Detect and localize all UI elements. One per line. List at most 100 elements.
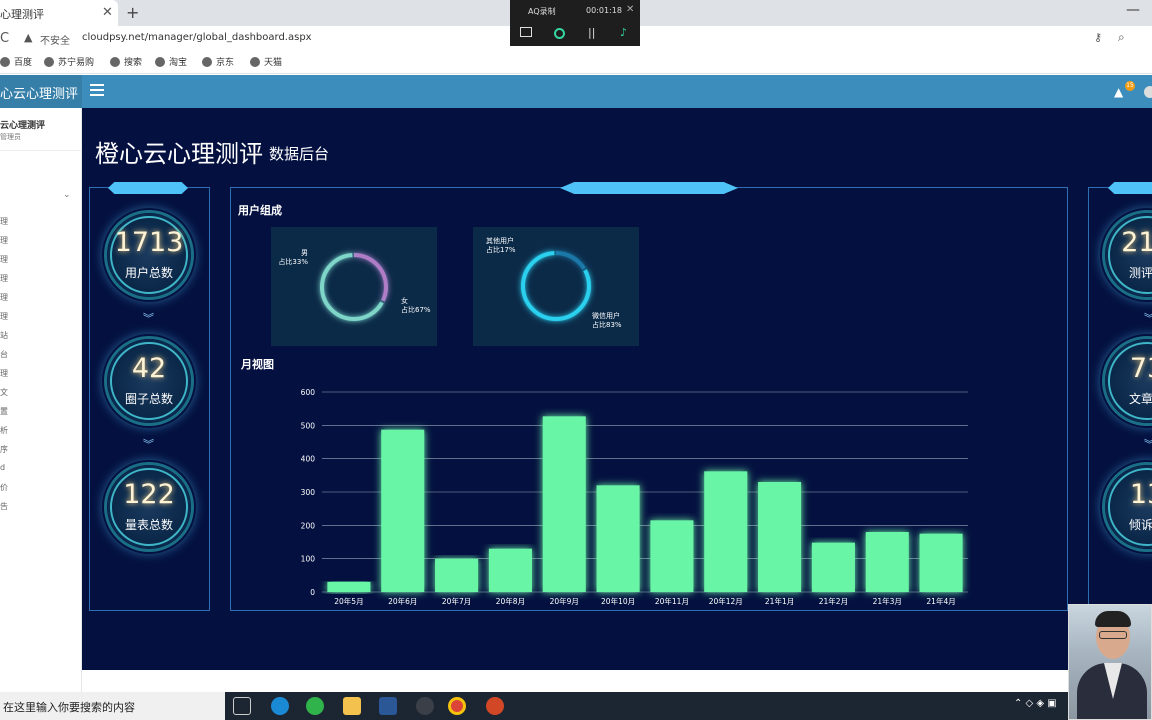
sidebar-item[interactable]: 文 xyxy=(0,387,8,398)
bookmark-item[interactable]: 淘宝 xyxy=(155,55,187,68)
stat-value: 13 xyxy=(1129,479,1152,510)
key-icon[interactable]: ⚷ xyxy=(1094,31,1102,44)
chevron-down-icon: ︾ xyxy=(1144,310,1152,326)
qq-icon[interactable] xyxy=(416,697,434,715)
globe-icon xyxy=(155,56,165,67)
sidebar-item[interactable]: 析 xyxy=(0,425,8,436)
sidebar-item[interactable]: 理 xyxy=(0,292,8,303)
x-tick-label: 20年12月 xyxy=(709,596,743,606)
sidebar-item[interactable]: d xyxy=(0,463,5,472)
x-tick-label: 20年8月 xyxy=(496,596,525,606)
sidebar-item[interactable]: 告 xyxy=(0,501,8,512)
minimize-icon[interactable]: — xyxy=(1126,2,1140,18)
sidebar: 云心理测评 管理员 ⌄ 理 理 理 理 理 理 站 台 理 文 置 析 序 d … xyxy=(0,108,82,692)
stat-label: 测评报 xyxy=(1128,266,1152,280)
microphone-icon[interactable]: ♪ xyxy=(620,26,627,39)
donut-label: 其他用户 占比17% xyxy=(486,237,516,254)
sidebar-item[interactable]: 台 xyxy=(0,349,8,360)
x-tick-label: 20年9月 xyxy=(550,596,579,606)
y-tick-label: 300 xyxy=(301,488,316,497)
stat-value: 122 xyxy=(123,479,175,510)
record-icon[interactable] xyxy=(554,28,565,39)
stat-value: 217 xyxy=(1121,227,1152,258)
sidebar-item[interactable]: 理 xyxy=(0,368,8,379)
x-tick-label: 21年3月 xyxy=(873,596,902,606)
bar xyxy=(542,416,586,592)
screen-recorder-widget: AQ录制 00:01:18 ✕ || ♪ xyxy=(510,0,640,46)
stat-label: 量表总数 xyxy=(124,518,173,532)
bookmark-item[interactable]: 苏宁易购 xyxy=(44,55,94,68)
bookmark-item[interactable]: 京东 xyxy=(202,55,234,68)
chevron-down-icon: ︾ xyxy=(1144,436,1152,452)
stat-value: 73 xyxy=(1129,353,1152,384)
presenter-glasses xyxy=(1099,631,1127,639)
window-icon[interactable] xyxy=(520,27,532,37)
sidebar-item[interactable]: 序 xyxy=(0,444,8,455)
system-tray[interactable]: ⌃ ◇ ◈ ▣ xyxy=(1014,698,1057,709)
y-tick-label: 0 xyxy=(310,588,315,597)
new-tab-button[interactable]: + xyxy=(126,3,139,22)
avatar[interactable] xyxy=(1144,86,1152,98)
notification-badge: 15 xyxy=(1125,81,1135,91)
bookmark-item[interactable]: 天猫 xyxy=(250,55,282,68)
close-icon[interactable]: ✕ xyxy=(102,5,113,20)
recorder-timer: 00:01:18 xyxy=(586,6,622,15)
donut-label: 男占比33% xyxy=(278,249,308,266)
stat-label: 用户总数 xyxy=(124,266,173,280)
panel-tab xyxy=(108,182,188,194)
sidebar-item[interactable]: 理 xyxy=(0,311,8,322)
powerpoint-icon[interactable] xyxy=(486,697,504,715)
donut-label: 女占比67% xyxy=(401,297,431,314)
security-label[interactable]: 不安全 xyxy=(40,32,70,47)
notification-icon[interactable]: ▲ xyxy=(1114,85,1123,99)
taskbar-search-input[interactable]: 在这里输入你要搜索的内容 xyxy=(0,692,225,720)
source-donut-card: 其他用户 占比17% 微信用户 占比83% xyxy=(473,227,639,346)
bookmark-item[interactable]: 搜索 xyxy=(110,55,142,68)
bar xyxy=(865,532,909,592)
sidebar-item[interactable]: 理 xyxy=(0,216,8,227)
url-input[interactable]: cloudpsy.net/manager/global_dashboard.as… xyxy=(82,32,312,43)
donut-label: 微信用户 占比83% xyxy=(592,312,622,329)
x-tick-label: 20年10月 xyxy=(601,596,635,606)
word-icon[interactable] xyxy=(379,697,397,715)
reload-icon[interactable]: C xyxy=(0,31,9,46)
stat-label: 文章数 xyxy=(1128,392,1152,406)
browser-tab[interactable]: 心理测评 ✕ xyxy=(0,0,118,26)
sidebar-item[interactable]: 站 xyxy=(0,330,8,341)
chevron-down-icon: ︾ xyxy=(143,312,154,325)
bar xyxy=(327,582,371,592)
bar xyxy=(919,533,963,592)
bookmark-item[interactable]: 百度 xyxy=(0,55,32,68)
sidebar-item[interactable]: 理 xyxy=(0,235,8,246)
sidebar-item[interactable]: 理 xyxy=(0,273,8,284)
sidebar-item[interactable]: 价 xyxy=(0,482,8,493)
gender-donut xyxy=(319,252,389,322)
panel-tab xyxy=(560,182,738,194)
menu-icon[interactable] xyxy=(90,84,104,96)
sidebar-item[interactable]: 理 xyxy=(0,254,8,265)
app-icon[interactable] xyxy=(306,697,324,715)
chrome-icon[interactable] xyxy=(448,697,466,715)
gender-donut-card: 男占比33% 女占比67% xyxy=(271,227,437,346)
stat-ring: 122 量表总数 xyxy=(102,460,196,554)
stat-label: 圈子总数 xyxy=(124,392,173,406)
globe-icon xyxy=(0,56,10,67)
zoom-icon[interactable]: ⌕ xyxy=(1118,30,1125,45)
dashboard-area: 橙心云心理测评 数据后台 1713 用户总数 ︾ 42 圈子总数 ︾ 122 量… xyxy=(82,108,1152,670)
folder-icon[interactable] xyxy=(343,697,361,715)
close-icon[interactable]: ✕ xyxy=(626,4,634,15)
pause-icon[interactable]: || xyxy=(588,26,595,39)
y-tick-label: 500 xyxy=(301,421,316,430)
task-view-icon[interactable] xyxy=(233,697,251,715)
sidebar-item[interactable]: 置 xyxy=(0,406,8,417)
chevron-down-icon[interactable]: ⌄ xyxy=(63,190,71,200)
bar xyxy=(596,485,640,592)
app-logo[interactable]: 心云心理测评 xyxy=(0,75,82,108)
recorder-title: AQ录制 xyxy=(528,7,556,16)
monthly-bar-chart: 0 100 200 300 400 500 600 20年5月 20年6月 20年7月 20年8月 2… xyxy=(301,388,968,606)
sidebar-user-role: 管理员 xyxy=(0,133,21,141)
y-tick-label: 400 xyxy=(301,455,316,464)
globe-icon xyxy=(250,56,260,67)
edge-icon[interactable] xyxy=(271,697,289,715)
warning-icon: ▲ xyxy=(24,31,33,44)
